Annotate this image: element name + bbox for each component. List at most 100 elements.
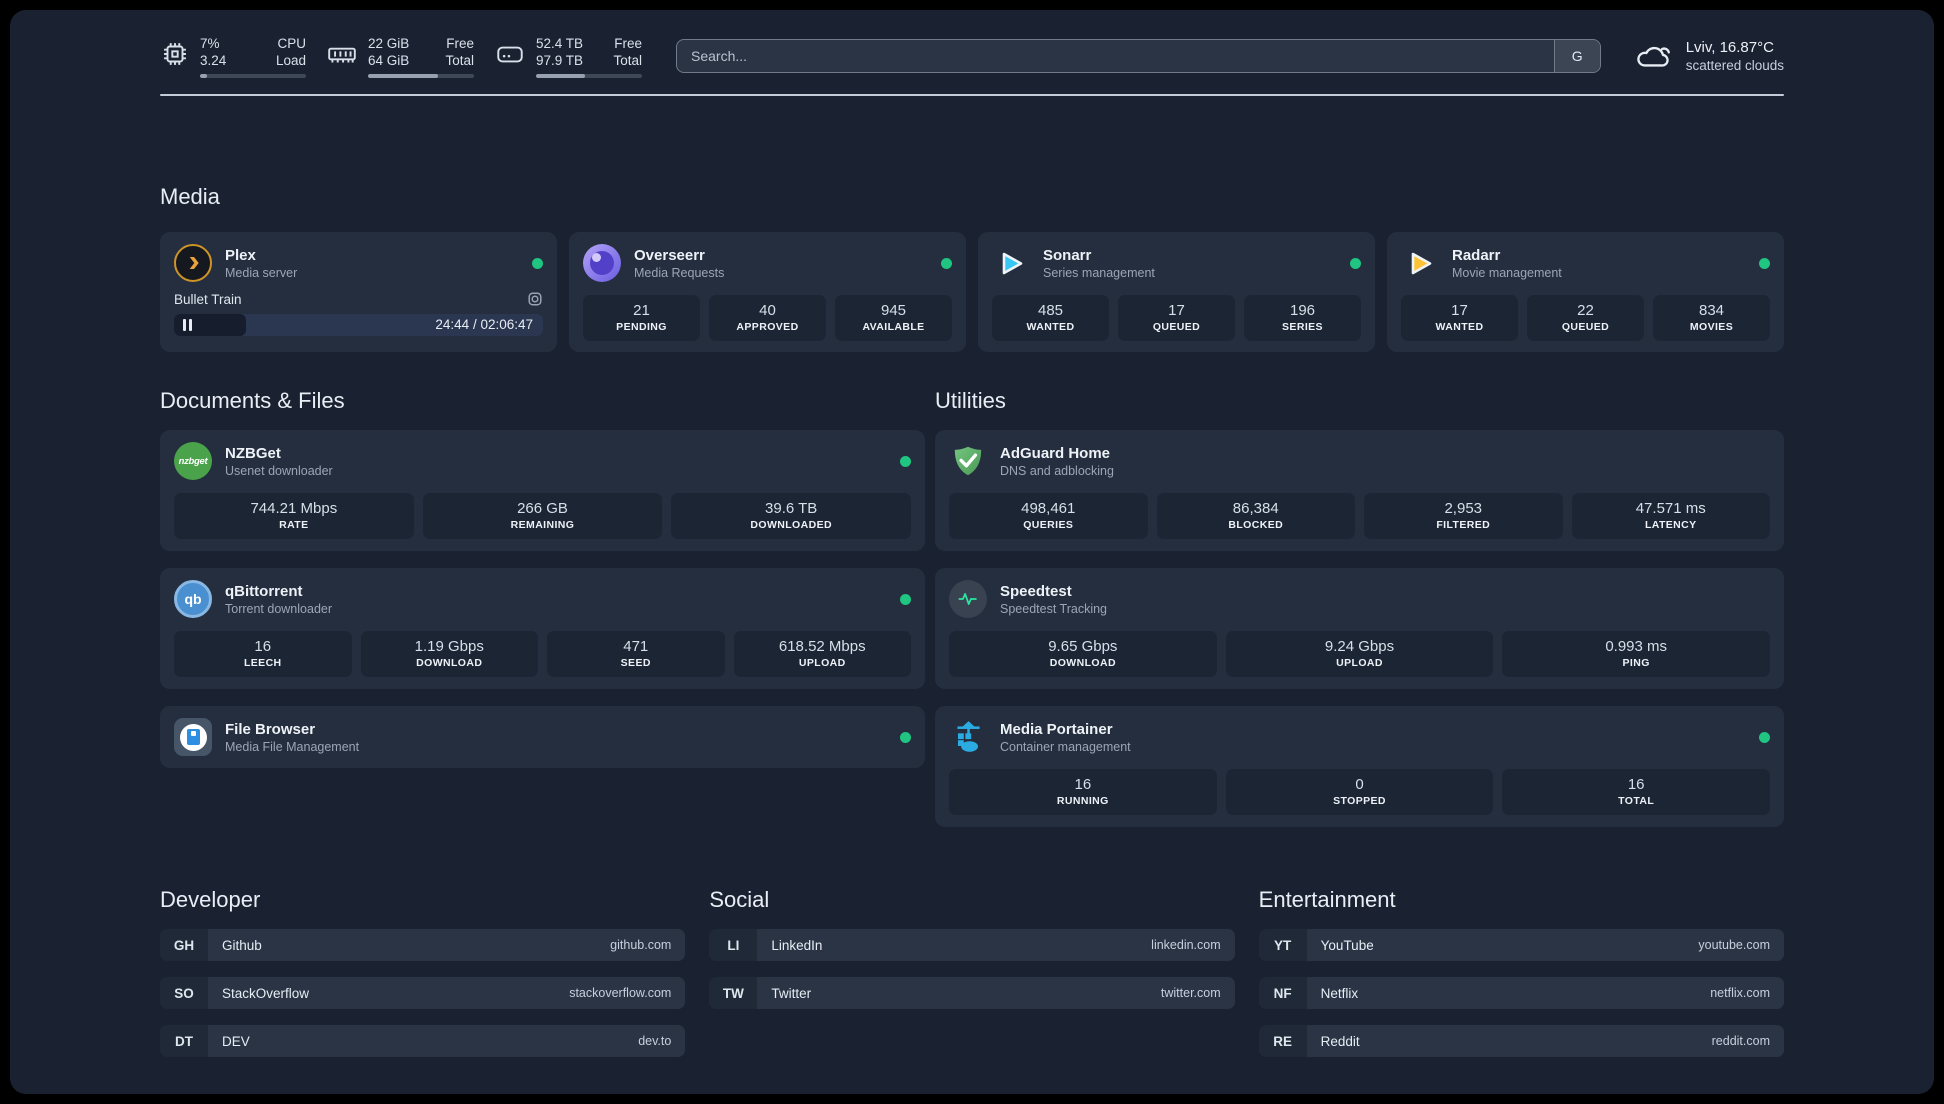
bookmark-reddit[interactable]: RE Reddit reddit.com [1258, 1025, 1784, 1057]
memory-monitor: 22 GiB 64 GiB Free Total [326, 35, 474, 78]
stat-leech: 16 LEECH [174, 631, 352, 677]
bookmark-netflix[interactable]: NF Netflix netflix.com [1258, 977, 1784, 1009]
service-name: Radarr [1452, 246, 1501, 264]
dashboard: 7% 3.24 CPU Load 22 GiB 64 GiB Free Total [10, 10, 1934, 1094]
free-label: Free [614, 35, 642, 51]
service-card-sonarr[interactable]: Sonarr Series management 485 WANTED 17 QUE… [978, 232, 1375, 352]
bookmark-abbr: DT [160, 1025, 208, 1057]
stat-download: 1.19 Gbps DOWNLOAD [360, 631, 538, 677]
memory-total: 64 GiB [368, 52, 410, 68]
service-subtitle: Series management [1043, 265, 1155, 280]
now-playing-title: Bullet Train [174, 291, 242, 307]
cpu-percent: 7% [200, 35, 220, 51]
cpu-progress-bar [200, 73, 306, 78]
memory-progress-bar [368, 73, 474, 78]
search-input[interactable] [677, 48, 1554, 64]
stat-total: 16 TOTAL [1502, 769, 1771, 815]
bookmark-name: StackOverflow [222, 985, 310, 1001]
total-label: Total [445, 52, 474, 68]
bookmark-url: twitter.com [1160, 986, 1221, 1000]
bookmark-url: linkedin.com [1151, 938, 1221, 952]
disk-free: 52.4 TB [536, 35, 584, 51]
service-name: File Browser [225, 720, 316, 738]
status-dot [900, 593, 911, 605]
bookmark-youtube[interactable]: YT YouTube youtube.com [1258, 929, 1784, 961]
service-name: qBittorrent [225, 582, 303, 600]
service-subtitle: Media Requests [634, 265, 725, 280]
service-name: AdGuard Home [1000, 444, 1111, 462]
bookmark-group-social: Social LI LinkedIn linkedin.com TW Twitte… [709, 887, 1235, 1073]
cloud-icon [1636, 46, 1670, 67]
section-title-utilities: Utilities [935, 388, 1006, 413]
service-subtitle: Media server [225, 265, 298, 280]
cpu-load: 3.24 [200, 52, 227, 68]
bookmark-stackoverflow[interactable]: SO StackOverflow stackoverflow.com [160, 977, 686, 1009]
session-settings-icon[interactable] [527, 291, 543, 307]
service-name: Media Portainer [1000, 720, 1113, 738]
service-card-plex[interactable]: Plex Media server Bullet Train 24:44 / 0… [160, 232, 557, 352]
stat-rate: 744.21 Mbps RATE [174, 493, 414, 539]
bookmark-linkedin[interactable]: LI LinkedIn linkedin.com [709, 929, 1235, 961]
stat-seed: 471 SEED [547, 631, 725, 677]
stat-queued: 17 QUEUED [1118, 295, 1235, 341]
service-name: NZBGet [225, 444, 281, 462]
bookmark-abbr: RE [1258, 1025, 1307, 1057]
service-subtitle: Media File Management [225, 739, 360, 754]
service-card-speedtest[interactable]: Speedtest Speedtest Tracking 9.65 Gbps DO… [935, 568, 1784, 689]
bookmark-abbr: GH [160, 929, 208, 961]
overseerr-icon [583, 244, 621, 282]
stat-running: 16 RUNNING [949, 769, 1217, 815]
status-dot [941, 257, 952, 269]
status-dot [900, 455, 911, 467]
stat-queries: 498,461 QUERIES [949, 493, 1148, 539]
bookmark-url: stackoverflow.com [569, 986, 672, 1000]
bookmark-name: Twitter [771, 985, 812, 1001]
service-card-overseerr[interactable]: Overseerr Media Requests 21 PENDING 40 APP… [569, 232, 966, 352]
weather-condition: scattered clouds [1685, 58, 1784, 73]
total-label: Total [613, 52, 642, 68]
search-provider-button[interactable]: G [1553, 40, 1600, 72]
service-name: Speedtest [1000, 582, 1072, 600]
status-dot [1759, 731, 1770, 743]
service-card-filebrowser[interactable]: File Browser Media File Management [160, 706, 925, 768]
header: 7% 3.24 CPU Load 22 GiB 64 GiB Free Total [160, 32, 1784, 80]
bookmark-group-entertainment: Entertainment YT YouTube youtube.com NF N… [1258, 887, 1784, 1073]
stat-movies: 834 MOVIES [1653, 295, 1770, 341]
status-dot [1350, 257, 1361, 269]
service-name: Overseerr [634, 246, 705, 264]
playback-progress-bar[interactable]: 24:44 / 02:06:47 [174, 314, 543, 336]
section-title-developer: Developer [160, 887, 261, 912]
disk-progress-bar [536, 73, 642, 78]
service-card-adguard[interactable]: AdGuard Home DNS and adblocking 498,461 Q… [935, 430, 1784, 551]
bookmark-url: netflix.com [1710, 986, 1770, 1000]
resource-monitors: 7% 3.24 CPU Load 22 GiB 64 GiB Free Total [160, 35, 642, 78]
stat-download: 9.65 Gbps DOWNLOAD [949, 631, 1217, 677]
service-name: Plex [225, 246, 256, 264]
cpu-icon [164, 42, 186, 65]
bookmark-github[interactable]: GH Github github.com [160, 929, 686, 961]
bookmark-abbr: TW [709, 977, 758, 1009]
cpu-label: CPU [277, 35, 306, 51]
bookmark-name: Netflix [1320, 985, 1359, 1001]
memory-icon [328, 47, 356, 63]
service-card-nzbget[interactable]: nzbget NZBGet Usenet downloader 744.21 M… [160, 430, 925, 551]
stat-available: 945 AVAILABLE [835, 295, 952, 341]
bookmark-dev[interactable]: DT DEV dev.to [160, 1025, 686, 1057]
memory-free: 22 GiB [368, 35, 410, 51]
load-label: Load [275, 52, 306, 68]
section-title-documents: Documents & Files [160, 388, 345, 413]
bookmark-url: dev.to [638, 1034, 672, 1048]
service-card-qbittorrent[interactable]: qb qBittorrent Torrent downloader 16 LEEC… [160, 568, 925, 689]
pause-button[interactable] [183, 319, 192, 331]
stat-approved: 40 APPROVED [709, 295, 826, 341]
service-subtitle: Movie management [1452, 265, 1562, 280]
stat-pending: 21 PENDING [583, 295, 700, 341]
adguard-icon [949, 442, 987, 480]
service-card-radarr[interactable]: Radarr Movie management 17 WANTED 22 QUEUE… [1387, 232, 1784, 352]
bookmark-url: reddit.com [1711, 1034, 1770, 1048]
stat-series: 196 SERIES [1244, 295, 1361, 341]
service-name: Sonarr [1043, 246, 1092, 264]
bookmark-twitter[interactable]: TW Twitter twitter.com [709, 977, 1235, 1009]
weather-location: Lviv, 16.87°C [1685, 39, 1774, 56]
service-card-portainer[interactable]: Media Portainer Container management 16 R… [935, 706, 1784, 827]
